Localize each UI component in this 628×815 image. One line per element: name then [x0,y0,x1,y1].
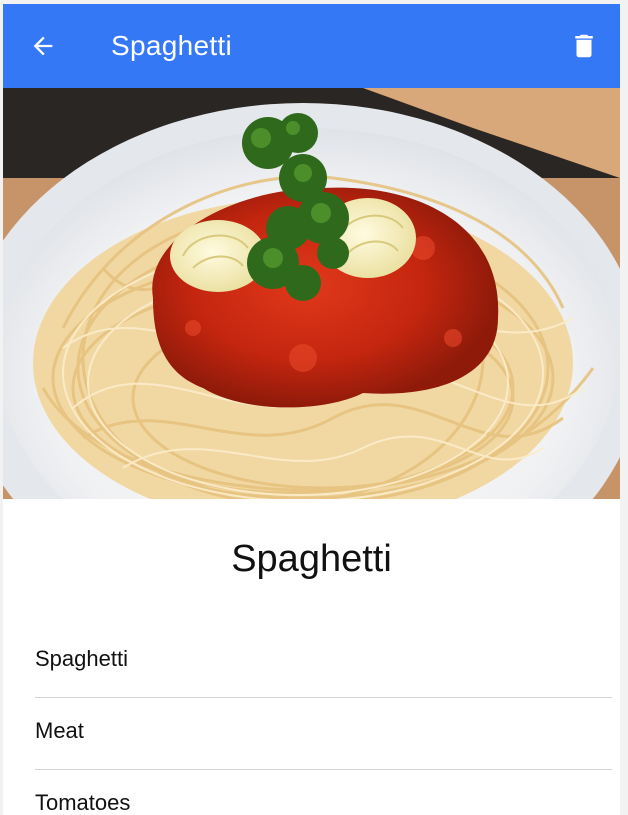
app-bar-title: Spaghetti [111,30,233,61]
recipe-photo [3,88,620,499]
ingredient-item[interactable]: Meat [35,698,612,770]
ingredient-item[interactable]: Spaghetti [35,626,612,698]
ingredient-label: Spaghetti [35,645,128,671]
recipe-detail-screen: Spaghetti Spaghetti Spaghetti Meat Tomat… [3,4,620,815]
ingredient-label: Tomatoes [35,789,131,815]
app-bar: Spaghetti [3,4,620,88]
delete-button[interactable] [564,26,604,66]
trash-icon [575,34,593,58]
recipe-title: Spaghetti [231,538,392,580]
arrow-left-icon [33,36,53,56]
ingredient-list: Spaghetti Meat Tomatoes [35,626,612,815]
ingredient-label: Meat [35,717,84,743]
back-button[interactable] [23,26,63,66]
ingredient-item[interactable]: Tomatoes [35,770,612,815]
